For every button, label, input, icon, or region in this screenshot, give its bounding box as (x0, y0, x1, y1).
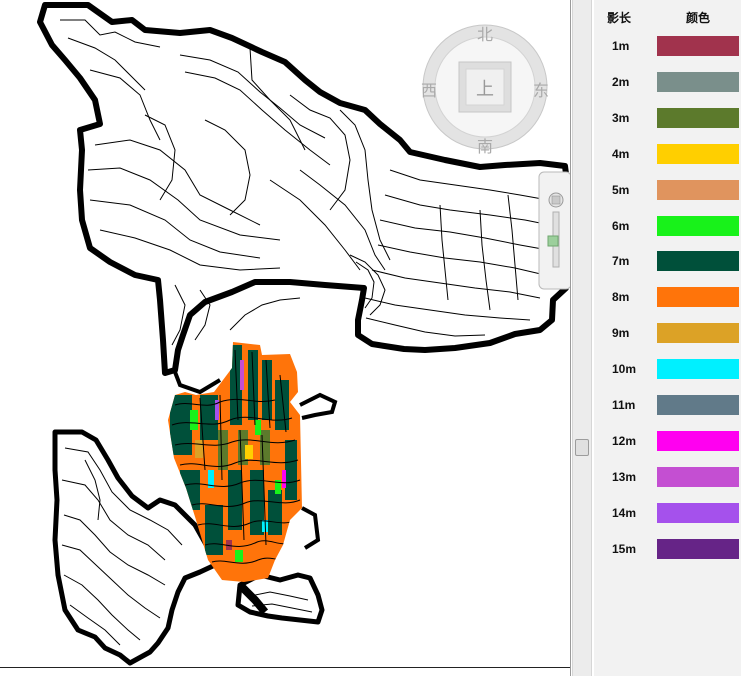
vertical-scrollbar[interactable] (572, 0, 592, 676)
scrollbar-thumb[interactable] (575, 439, 589, 456)
legend-item-swatch (657, 251, 739, 272)
legend-item-label: 14m (612, 505, 637, 520)
legend-item-swatch (657, 36, 739, 56)
legend-item-swatch (657, 466, 739, 487)
legend-item-label: 15m (612, 541, 637, 556)
legend-item-label: 11m (612, 398, 636, 412)
legend-item-swatch (657, 287, 739, 308)
legend-item-swatch (657, 143, 739, 164)
map-border-bottom (0, 667, 570, 668)
compass-south-label[interactable]: 南 (477, 138, 493, 156)
legend-item-label: 3m (612, 110, 630, 125)
legend-header-color: 颜色 (686, 11, 711, 25)
compass-center-label: 上 (476, 79, 494, 99)
compass[interactable]: 上 北 南 东 西 (421, 24, 549, 156)
legend-item-swatch (657, 359, 739, 380)
legend-item-label: 8m (612, 290, 630, 305)
legend-item-swatch (657, 323, 739, 344)
legend-item-swatch (657, 538, 739, 559)
zoom-handle[interactable] (547, 235, 559, 247)
terrain-map: 上 北 南 东 西 (37, 2, 572, 666)
legend-item-label: 7m (612, 254, 630, 269)
compass-north-label[interactable]: 北 (477, 26, 493, 44)
shadow-legend-panel: 影长 颜色 1m 2m 3m 4m 5m 6m 7m 8m 9m 10m 11m 12m 13m 14m 1… (594, 0, 741, 676)
legend-item-swatch (657, 215, 739, 236)
legend-item-swatch (657, 71, 739, 92)
legend-item-label: 5m (612, 182, 630, 197)
map-canvas[interactable]: 上 北 南 东 西 (0, 0, 572, 668)
legend-item-label: 12m (612, 433, 637, 448)
compass-east-label[interactable]: 东 (533, 82, 549, 100)
legend-item-label: 13m (612, 469, 637, 484)
legend-item-label: 6m (612, 218, 630, 233)
legend-item-swatch (657, 430, 739, 451)
legend-item-label: 9m (612, 326, 630, 341)
map-border-right (570, 0, 571, 676)
compass-west-label[interactable]: 西 (421, 83, 437, 100)
legend-item-swatch (657, 107, 739, 128)
legend-item-label: 4m (612, 146, 630, 161)
legend-item-swatch (657, 395, 739, 415)
legend-item-label: 1m (612, 39, 630, 53)
legend-item-label: 2m (612, 74, 630, 89)
navigation-bar[interactable] (538, 171, 572, 290)
legend-item-label: 10m (612, 362, 637, 377)
legend-item-swatch (657, 179, 739, 200)
legend-header-length: 影长 (607, 11, 632, 25)
legend-item-swatch (657, 502, 739, 523)
